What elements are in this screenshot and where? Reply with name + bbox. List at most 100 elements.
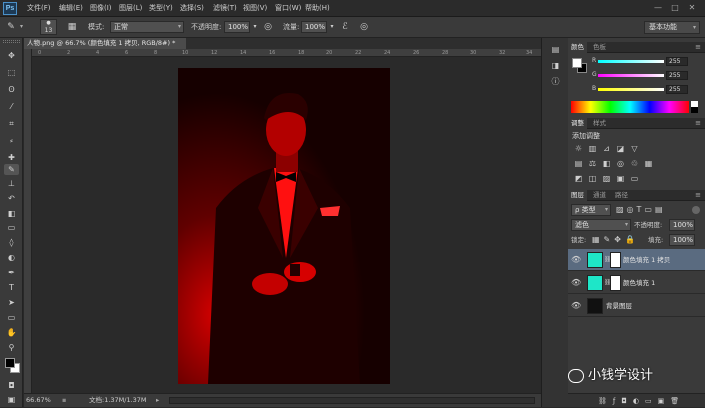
panel-menu-icon[interactable]: ≡	[695, 119, 701, 127]
menu-view[interactable]: 视图(V)	[243, 2, 267, 15]
zoom-level[interactable]: 66.67%	[26, 394, 51, 407]
invert-icon[interactable]: ◩	[574, 174, 583, 183]
lasso-tool-icon[interactable]: ʘ	[4, 84, 19, 95]
document-tab[interactable]: 人物.png @ 66.7% (颜色填充 1 拷贝, RGB/8#) *	[24, 38, 186, 49]
menu-filter[interactable]: 滤镜(T)	[213, 2, 237, 15]
tab-layers[interactable]: 图层	[568, 190, 587, 201]
opacity-input[interactable]: 100%	[224, 21, 250, 33]
layer-row-fill-copy[interactable]: 👁 ⛓ 颜色填充 1 拷贝	[568, 249, 705, 271]
screen-mode-icon[interactable]: ▣	[4, 394, 19, 405]
layer-opacity-input[interactable]: 100%	[669, 219, 695, 231]
opacity-dropdown-icon[interactable]: ▾	[251, 21, 259, 33]
pressure-opacity-icon[interactable]: ◎	[262, 21, 274, 33]
flow-input[interactable]: 100%	[301, 21, 327, 33]
brightness-icon[interactable]: ☼	[574, 144, 583, 153]
menu-help[interactable]: 帮助(H)	[305, 2, 330, 15]
channel-mixer-icon[interactable]: ♲	[630, 159, 639, 168]
pressure-size-icon[interactable]: ◎	[358, 21, 370, 33]
g-slider[interactable]	[598, 74, 664, 77]
blur-tool-icon[interactable]: ◊	[4, 237, 19, 248]
visibility-eye-icon[interactable]: 👁	[571, 255, 581, 264]
levels-icon[interactable]: ▥	[588, 144, 597, 153]
tab-swatches[interactable]: 色板	[590, 42, 609, 53]
color-spectrum[interactable]	[571, 101, 689, 113]
hand-tool-icon[interactable]: ✋	[4, 327, 19, 338]
hue-saturation-icon[interactable]: ▤	[574, 159, 583, 168]
selective-color-icon[interactable]: ▣	[616, 174, 625, 183]
exposure-icon[interactable]: ◪	[616, 144, 625, 153]
color-lookup-icon[interactable]: ▦	[644, 159, 653, 168]
history-panel-icon[interactable]: ▤	[548, 44, 563, 56]
menu-layer[interactable]: 图层(L)	[119, 2, 142, 15]
color-fg-swatch[interactable]	[572, 58, 582, 68]
curves-icon[interactable]: ⊿	[602, 144, 611, 153]
menu-window[interactable]: 窗口(W)	[275, 2, 301, 15]
pen-tool-icon[interactable]: ✒	[4, 267, 19, 278]
quick-select-tool-icon[interactable]: ⁄	[4, 101, 19, 112]
layers-footer-icons[interactable]: ⛓ƒ◘◐▭▣🗑	[568, 393, 705, 407]
shape-tool-icon[interactable]: ▭	[4, 312, 19, 323]
r-value[interactable]: 255	[666, 57, 688, 66]
minimize-button[interactable]: —	[652, 3, 664, 13]
menu-image[interactable]: 图像(I)	[90, 2, 112, 15]
tab-paths[interactable]: 路径	[612, 190, 631, 201]
gradient-tool-icon[interactable]: ▭	[4, 222, 19, 233]
black-swatch[interactable]	[691, 107, 698, 113]
type-tool-icon[interactable]: T	[4, 282, 19, 293]
brush-tool-icon[interactable]: ✎	[4, 164, 19, 175]
blend-mode-select[interactable]: 滤色 ▾	[571, 219, 631, 231]
color-balance-icon[interactable]: ⚖	[588, 159, 597, 168]
healing-brush-tool-icon[interactable]: ✚	[4, 152, 19, 163]
marquee-tool-icon[interactable]: ⬚	[4, 67, 19, 78]
visibility-eye-icon[interactable]: 👁	[571, 278, 581, 287]
zoom-tool-icon[interactable]: ⚲	[4, 342, 19, 353]
mode-select[interactable]: 正常 ▾	[110, 21, 184, 33]
close-button[interactable]: ✕	[686, 3, 698, 13]
visibility-eye-icon[interactable]: 👁	[571, 301, 581, 310]
tab-color[interactable]: 颜色	[568, 42, 587, 53]
document-image[interactable]	[178, 68, 390, 384]
menu-select[interactable]: 选择(S)	[180, 2, 204, 15]
menu-edit[interactable]: 编辑(E)	[59, 2, 83, 15]
tab-adjustments[interactable]: 调整	[568, 118, 587, 129]
tab-channels[interactable]: 通道	[590, 190, 609, 201]
dodge-tool-icon[interactable]: ◐	[4, 252, 19, 263]
clone-stamp-tool-icon[interactable]: ⊥	[4, 178, 19, 189]
info-panel-icon[interactable]: ⓘ	[548, 76, 563, 88]
filter-toggle[interactable]	[692, 206, 700, 214]
tool-preset-arrow-icon[interactable]: ▾	[20, 23, 23, 30]
maximize-button[interactable]: □	[669, 3, 681, 13]
layer-filter-icons[interactable]: ▨◎T▭▤	[616, 204, 686, 216]
flow-dropdown-icon[interactable]: ▾	[328, 21, 336, 33]
b-slider[interactable]	[598, 88, 664, 91]
brush-size-picker[interactable]: ● 13	[40, 19, 57, 35]
vibrance-icon[interactable]: ▽	[630, 144, 639, 153]
black-white-icon[interactable]: ◧	[602, 159, 611, 168]
menu-file[interactable]: 文件(F)	[27, 2, 51, 15]
foreground-color-swatch[interactable]	[5, 358, 15, 368]
threshold-icon[interactable]: ▨	[602, 174, 611, 183]
b-value[interactable]: 255	[666, 85, 688, 94]
document-info[interactable]: 文档:1.37M/1.37M	[89, 394, 147, 407]
layer-kind-filter[interactable]: ρ 类型 ▾	[571, 204, 611, 216]
properties-panel-icon[interactable]: ◨	[548, 60, 563, 72]
r-slider[interactable]	[598, 60, 664, 63]
posterize-icon[interactable]: ◫	[588, 174, 597, 183]
layer-row-fill[interactable]: 👁 ⛓ 颜色填充 1	[568, 272, 705, 294]
history-brush-tool-icon[interactable]: ↶	[4, 193, 19, 204]
move-tool-icon[interactable]: ✥	[4, 50, 19, 61]
brush-tool-icon[interactable]: ✎	[4, 21, 18, 33]
quick-mask-icon[interactable]: ◘	[4, 380, 19, 391]
crop-tool-icon[interactable]: ⌗	[4, 118, 19, 129]
eraser-tool-icon[interactable]: ◧	[4, 208, 19, 219]
panel-menu-icon[interactable]: ≡	[695, 191, 701, 199]
horizontal-scrollbar[interactable]	[169, 397, 535, 404]
photo-filter-icon[interactable]: ◎	[616, 159, 625, 168]
workspace-select[interactable]: 基本功能 ▾	[644, 21, 700, 34]
menu-type[interactable]: 类型(Y)	[149, 2, 173, 15]
tools-grip[interactable]	[3, 40, 20, 43]
path-select-tool-icon[interactable]: ➤	[4, 297, 19, 308]
brush-panel-icon[interactable]: ▦	[66, 21, 78, 33]
status-menu-arrow-icon[interactable]: ▸	[156, 394, 159, 407]
panel-menu-icon[interactable]: ≡	[695, 43, 701, 51]
